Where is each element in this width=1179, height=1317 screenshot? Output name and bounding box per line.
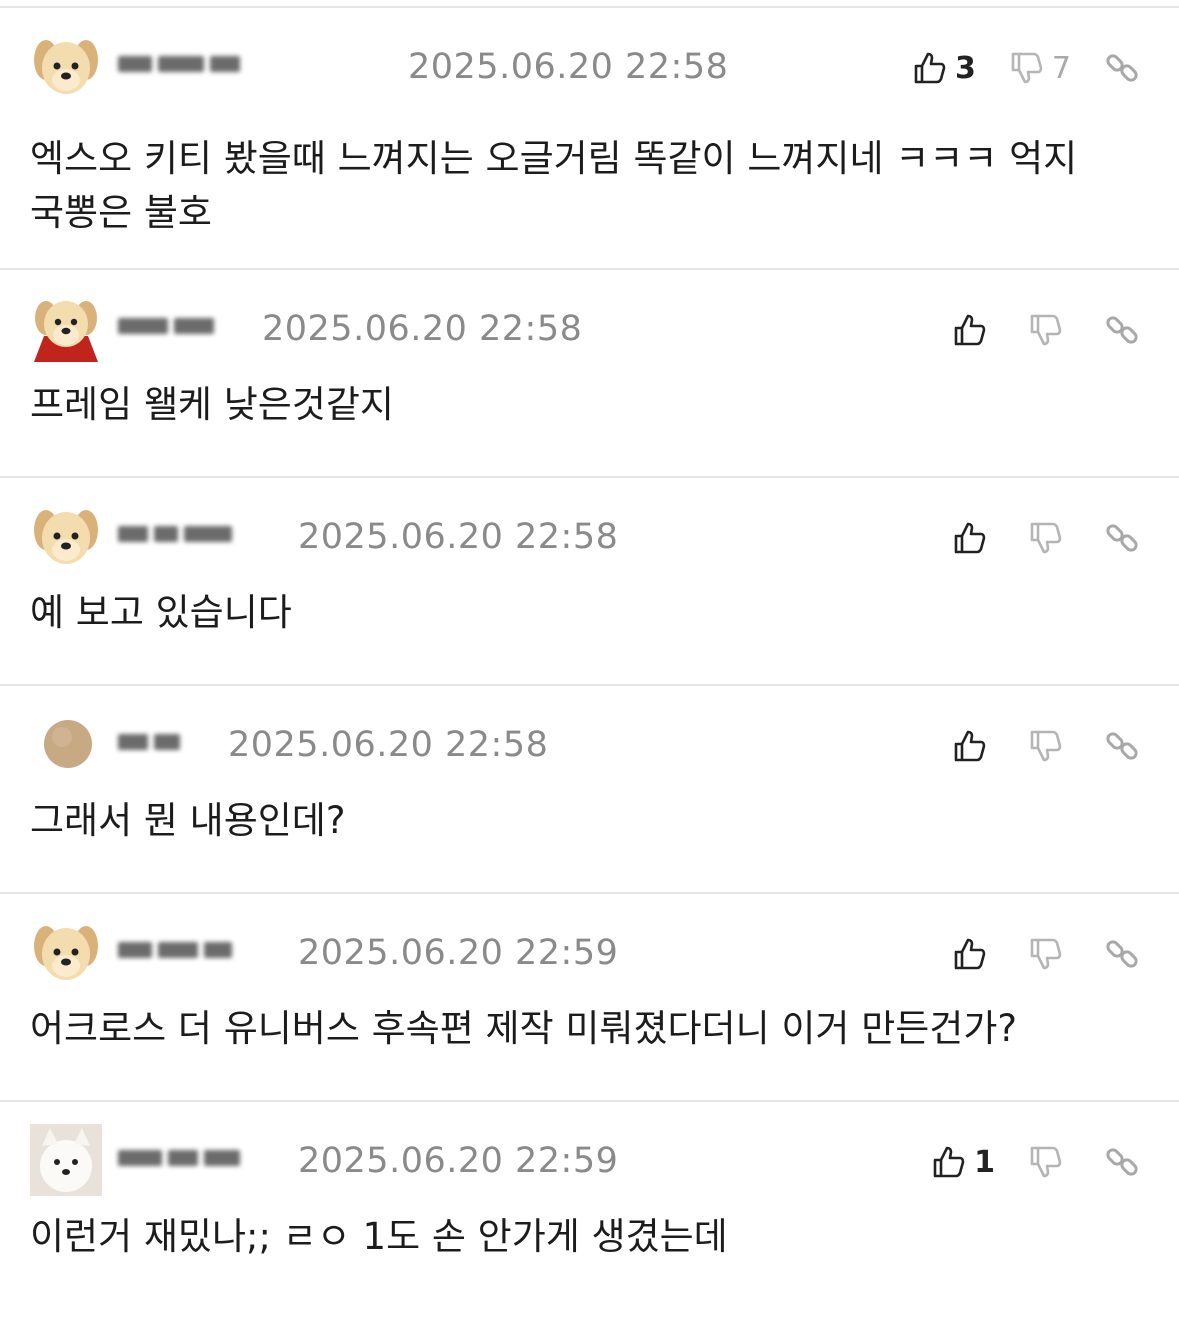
like-button[interactable]: 3 (913, 51, 976, 86)
comment-text: 예 보고 있습니다 (30, 591, 292, 634)
like-button[interactable] (953, 937, 995, 971)
link-button[interactable] (1105, 729, 1139, 763)
puppy-icon[interactable] (30, 30, 102, 102)
puppy-icon[interactable] (30, 916, 102, 988)
thumbs-up-icon (913, 51, 947, 85)
white-dog-icon[interactable] (30, 1124, 102, 1196)
link-icon (1105, 51, 1139, 85)
nickname (118, 942, 268, 964)
comment-date: 2025.06.20 22:58 (408, 47, 729, 87)
nickname (118, 318, 268, 340)
comment-text: 이런거 재밌나;; ㄹㅇ 1도 손 안가게 생겼는데 (30, 1215, 728, 1258)
thumbs-down-icon (1029, 1145, 1063, 1179)
comment-text: 프레임 왤케 낮은것같지 (30, 383, 394, 426)
link-icon (1105, 521, 1139, 555)
nickname (118, 526, 268, 548)
comment-item: 2025.06.20 22:58 예 보고 있습니다 (0, 478, 1179, 686)
dislike-button[interactable] (1029, 729, 1071, 763)
nickname (118, 1150, 268, 1172)
nickname (118, 56, 268, 78)
comment-item: 2025.06.20 22:58 그래서 뭔 내용인데? (0, 686, 1179, 894)
comment-date: 2025.06.20 22:58 (262, 309, 583, 349)
comment-text: 어크로스 더 유니버스 후속편 제작 미뤄졌다더니 이거 만든건가? (30, 1007, 1018, 1050)
thumbs-up-icon (953, 521, 987, 555)
comment-header: 2025.06.20 22:58 3 7 (30, 30, 1139, 106)
comment-header: 2025.06.20 22:58 (30, 292, 1139, 368)
comment-header: 2025.06.20 22:59 1 (30, 1124, 1139, 1200)
thumbs-up-icon (953, 729, 987, 763)
link-icon (1105, 313, 1139, 347)
comment-actions (919, 306, 1139, 354)
like-count: 1 (974, 1144, 995, 1180)
puppy-icon[interactable] (30, 500, 102, 572)
comment-date: 2025.06.20 22:59 (298, 933, 619, 973)
thumbs-down-icon (1029, 521, 1063, 555)
comment-item: 2025.06.20 22:59 어크로스 더 유니버스 후속편 제작 미뤄졌다… (0, 894, 1179, 1102)
dislike-button[interactable] (1029, 313, 1071, 347)
comment-date: 2025.06.20 22:59 (298, 1141, 619, 1181)
comment-item: 2025.06.20 22:58 3 7 엑스오 키티 봤을때 느껴지는 오글거 (0, 8, 1179, 270)
dislike-button[interactable] (1029, 937, 1071, 971)
like-button[interactable] (953, 521, 995, 555)
link-button[interactable] (1105, 51, 1139, 85)
link-button[interactable] (1105, 937, 1139, 971)
comment-text: 엑스오 키티 봤을때 느껴지는 오글거림 똑같이 느껴지네 ㅋㅋㅋ 억지 국뽕은… (30, 137, 1078, 234)
thumbs-down-icon (1029, 313, 1063, 347)
like-button[interactable]: 1 (932, 1145, 995, 1180)
link-button[interactable] (1105, 313, 1139, 347)
circle-avatar-icon[interactable] (30, 708, 102, 780)
thumbs-down-icon (1010, 51, 1044, 85)
comment-actions: 3 7 (879, 44, 1139, 92)
dislike-button[interactable]: 7 (1010, 51, 1071, 86)
comment-actions: 1 (898, 1138, 1139, 1186)
link-button[interactable] (1105, 521, 1139, 555)
comment-item: 2025.06.20 22:59 1 이런거 재밌나;; ㄹㅇ 1도 손 안가게… (0, 1102, 1179, 1317)
thumbs-down-icon (1029, 937, 1063, 971)
comment-date: 2025.06.20 22:58 (298, 517, 619, 557)
link-icon (1105, 1145, 1139, 1179)
comment-actions (919, 514, 1139, 562)
comment-header: 2025.06.20 22:58 (30, 708, 1139, 784)
comment-text: 그래서 뭔 내용인데? (30, 799, 346, 842)
thumbs-down-icon (1029, 729, 1063, 763)
top-divider (0, 0, 1179, 8)
like-button[interactable] (953, 313, 995, 347)
dislike-button[interactable] (1029, 1145, 1071, 1179)
comment-actions (919, 930, 1139, 978)
thumbs-up-icon (953, 937, 987, 971)
link-icon (1105, 729, 1139, 763)
comment-header: 2025.06.20 22:59 (30, 916, 1139, 992)
link-button[interactable] (1105, 1145, 1139, 1179)
dislike-count: 7 (1051, 50, 1071, 86)
puppy-cape-icon[interactable] (30, 292, 102, 364)
comment-date: 2025.06.20 22:58 (228, 725, 549, 765)
comment-header: 2025.06.20 22:58 (30, 500, 1139, 576)
comment-item: 2025.06.20 22:58 프레임 왤케 낮은것같지 (0, 270, 1179, 478)
thumbs-up-icon (953, 313, 987, 347)
like-button[interactable] (953, 729, 995, 763)
like-count: 3 (955, 50, 976, 86)
link-icon (1105, 937, 1139, 971)
comment-actions (919, 722, 1139, 770)
dislike-button[interactable] (1029, 521, 1071, 555)
thumbs-up-icon (932, 1145, 966, 1179)
